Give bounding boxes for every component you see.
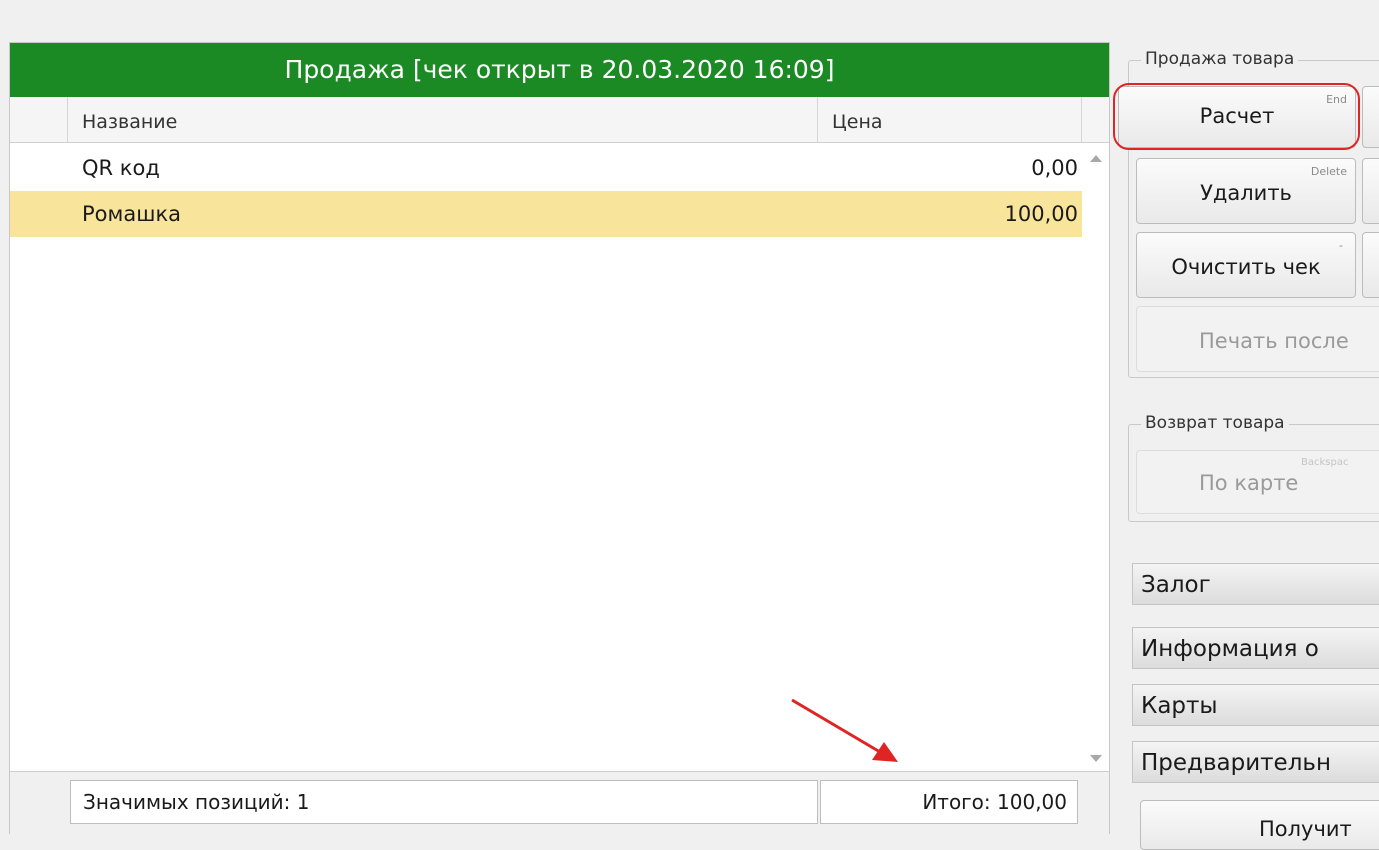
sale-header: Продажа [чек открыт в 20.03.2020 16:09]: [10, 43, 1109, 97]
annotation-arrow-icon: [791, 698, 898, 762]
receive-button[interactable]: Получит: [1140, 800, 1379, 850]
return-by-card-label: По карте: [1199, 471, 1299, 495]
sale-panel: Продажа [чек открыт в 20.03.2020 16:09] …: [9, 42, 1110, 835]
clear-hotkey: -: [1339, 239, 1343, 252]
column-header-price[interactable]: Цена: [818, 97, 1082, 142]
table-row-selected[interactable]: Ромашка 100,00: [10, 191, 1082, 237]
grid-header: Название Цена: [10, 97, 1109, 143]
clear-receipt-label: Очистить чек: [1171, 255, 1321, 279]
print-last-label: Печать после: [1199, 329, 1349, 353]
delete-label: Удалить: [1200, 181, 1292, 205]
receive-label: Получит: [1259, 817, 1352, 841]
sale-footer: Значимых позиций: 1 Итого: 100,00: [10, 771, 1109, 835]
delete-hotkey: Delete: [1310, 165, 1347, 178]
scroll-up-icon[interactable]: [1090, 155, 1102, 162]
header-scroll-corner: [1082, 97, 1110, 142]
return-by-card-button[interactable]: Backspac По карте: [1136, 450, 1379, 514]
significant-positions-field: Значимых позиций: 1: [70, 780, 818, 824]
print-last-button[interactable]: Печать после: [1136, 306, 1379, 372]
sale-side-button-1[interactable]: [1362, 86, 1379, 148]
clear-receipt-button[interactable]: - Очистить чек: [1136, 232, 1356, 298]
item-name: QR код: [82, 156, 160, 180]
window-top-bar: [0, 0, 1379, 40]
sale-items-list: QR код 0,00 Ромашка 100,00: [10, 145, 1082, 237]
row-header-stub: [10, 97, 68, 142]
item-price: 0,00: [1031, 156, 1078, 180]
sale-side-button-2[interactable]: [1362, 158, 1379, 224]
highlight-ring: [1113, 83, 1360, 150]
accordion-cards[interactable]: Карты: [1132, 684, 1379, 726]
accordion-deposit[interactable]: Залог: [1132, 563, 1379, 605]
scroll-down-icon[interactable]: [1090, 755, 1102, 762]
item-name: Ромашка: [82, 202, 181, 226]
total-field: Итого: 100,00: [820, 780, 1078, 824]
return-hotkey: Backspac: [1301, 457, 1349, 468]
accordion-preliminary[interactable]: Предварительн: [1132, 741, 1379, 783]
column-header-name[interactable]: Название: [68, 97, 818, 142]
vertical-scrollbar[interactable]: [1082, 143, 1110, 771]
item-price: 100,00: [1004, 202, 1078, 226]
table-row[interactable]: QR код 0,00: [10, 145, 1082, 191]
return-group-legend: Возврат товара: [1141, 413, 1289, 433]
sale-side-button-3[interactable]: [1362, 232, 1379, 298]
accordion-info[interactable]: Информация о: [1132, 627, 1379, 669]
sale-group-legend: Продажа товара: [1141, 49, 1299, 69]
delete-button[interactable]: Delete Удалить: [1136, 158, 1356, 224]
